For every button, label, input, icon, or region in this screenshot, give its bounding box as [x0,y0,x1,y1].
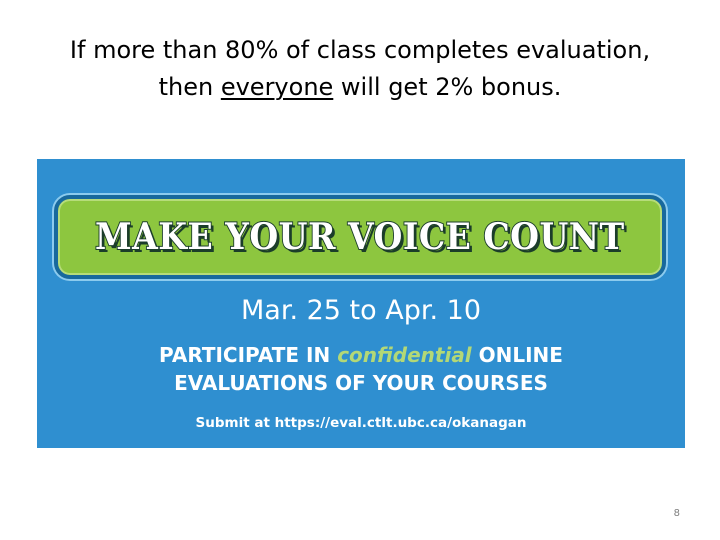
participate-end: ONLINE [471,343,563,367]
participate-line-2: EVALUATIONS OF YOUR COURSES [174,371,548,395]
participate-start: PARTICIPATE IN [159,343,338,367]
page-number: 8 [673,508,680,519]
title-line-2-start: then [158,73,221,101]
participate-line-1: PARTICIPATE IN confidential ONLINE [37,341,685,369]
headline: MAKE YOUR VOICE COUNT [94,215,625,259]
submit-url: Submit at https://eval.ctlt.ubc.ca/okana… [195,415,527,431]
title-line-2: then everyone will get 2% bonus. [20,69,700,106]
headline-box: MAKE YOUR VOICE COUNT [54,195,666,279]
evaluation-banner: MAKE YOUR VOICE COUNT Mar. 25 to Apr. 10… [37,159,685,448]
confidential-emphasis: confidential [337,343,472,367]
underlined-everyone: everyone [220,73,334,101]
title-line-2-end: will get 2% bonus. [333,73,562,101]
slide-title: If more than 80% of class completes eval… [20,32,700,106]
participate-text: PARTICIPATE IN confidential ONLINE EVALU… [37,341,685,397]
date-range: Mar. 25 to Apr. 10 [240,295,481,326]
title-line-1: If more than 80% of class completes eval… [69,36,651,64]
